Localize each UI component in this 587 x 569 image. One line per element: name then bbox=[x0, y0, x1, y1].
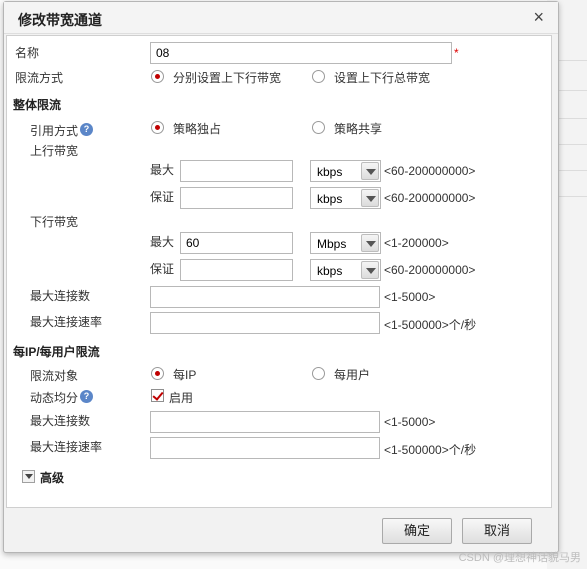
down-max-unit-select[interactable]: Mbps bbox=[310, 232, 381, 254]
name-input[interactable] bbox=[150, 42, 452, 64]
limit-mode-label: 限流方式 bbox=[15, 71, 64, 85]
cancel-button[interactable]: 取消 bbox=[462, 518, 532, 544]
up-max-label: 最大 bbox=[150, 163, 175, 177]
upstream-label: 上行带宽 bbox=[30, 144, 79, 158]
radio-total-bandwidth[interactable] bbox=[312, 70, 325, 83]
radio-policy-exclusive[interactable] bbox=[151, 121, 164, 134]
down-max-label: 最大 bbox=[150, 235, 175, 249]
up-max-range: <60-200000000> bbox=[384, 164, 476, 178]
chevron-down-icon bbox=[361, 189, 379, 207]
down-max-input[interactable] bbox=[180, 232, 293, 254]
up-guarantee-unit-value: kbps bbox=[317, 192, 343, 206]
max-conn-label: 最大连接数 bbox=[30, 289, 91, 303]
per-ip-max-rate-input[interactable] bbox=[150, 437, 380, 459]
form-panel: 名称 * 限流方式 分别设置上下行带宽 设置上下行总带宽 整体限流 引用方式 ?… bbox=[6, 35, 552, 508]
down-guarantee-label: 保证 bbox=[150, 262, 175, 276]
down-guarantee-unit-select[interactable]: kbps bbox=[310, 259, 381, 281]
dialog-titlebar: 修改带宽通道 × bbox=[4, 2, 558, 34]
radio-per-user[interactable] bbox=[312, 367, 325, 380]
down-guarantee-range: <60-200000000> bbox=[384, 263, 476, 277]
per-ip-max-conn-range: <1-5000> bbox=[384, 415, 436, 429]
chevron-down-icon bbox=[361, 234, 379, 252]
max-conn-range: <1-5000> bbox=[384, 290, 436, 304]
radio-per-ip[interactable] bbox=[151, 367, 164, 380]
overall-limit-heading: 整体限流 bbox=[13, 98, 62, 112]
per-ip-max-rate-range: <1-500000>个/秒 bbox=[384, 443, 477, 457]
radio-per-user-label: 每用户 bbox=[334, 368, 371, 382]
target-label: 限流对象 bbox=[30, 369, 79, 383]
radio-per-ip-label: 每IP bbox=[173, 368, 197, 382]
down-guarantee-input[interactable] bbox=[180, 259, 293, 281]
per-ip-max-conn-input[interactable] bbox=[150, 411, 380, 433]
radio-separate-bandwidth[interactable] bbox=[151, 70, 164, 83]
required-mark: * bbox=[454, 46, 459, 60]
per-ip-max-conn-label: 最大连接数 bbox=[30, 414, 91, 428]
close-icon[interactable]: × bbox=[533, 7, 544, 27]
expand-toggle-icon[interactable] bbox=[22, 470, 35, 483]
up-max-unit-select[interactable]: kbps bbox=[310, 160, 381, 182]
edit-bandwidth-dialog: 修改带宽通道 × 名称 * 限流方式 分别设置上下行带宽 设置上下行总带宽 整体… bbox=[3, 1, 559, 553]
up-max-unit-value: kbps bbox=[317, 165, 343, 179]
up-guarantee-range: <60-200000000> bbox=[384, 191, 476, 205]
enable-checkbox[interactable] bbox=[151, 389, 164, 402]
down-max-range: <1-200000> bbox=[384, 236, 449, 250]
up-guarantee-input[interactable] bbox=[180, 187, 293, 209]
max-rate-input[interactable] bbox=[150, 312, 380, 334]
advanced-section[interactable]: 高级 bbox=[40, 469, 64, 486]
radio-shared-label: 策略共享 bbox=[334, 122, 383, 136]
watermark-text: CSDN @理想神话貌马男 bbox=[458, 552, 581, 564]
ok-button[interactable]: 确定 bbox=[382, 518, 452, 544]
ref-mode-label: 引用方式 bbox=[30, 124, 79, 138]
enable-label: 启用 bbox=[169, 391, 194, 405]
per-ip-limit-heading: 每IP/每用户限流 bbox=[13, 345, 100, 359]
radio-total-label: 设置上下行总带宽 bbox=[334, 71, 431, 85]
radio-policy-shared[interactable] bbox=[312, 121, 325, 134]
max-rate-range: <1-500000>个/秒 bbox=[384, 318, 477, 332]
max-rate-label: 最大连接速率 bbox=[30, 315, 103, 329]
up-guarantee-unit-select[interactable]: kbps bbox=[310, 187, 381, 209]
chevron-down-icon bbox=[361, 261, 379, 279]
radio-exclusive-label: 策略独占 bbox=[173, 122, 222, 136]
down-guarantee-unit-value: kbps bbox=[317, 264, 343, 278]
up-guarantee-label: 保证 bbox=[150, 190, 175, 204]
dynamic-share-label: 动态均分 bbox=[30, 391, 79, 405]
downstream-label: 下行带宽 bbox=[30, 215, 79, 229]
up-max-input[interactable] bbox=[180, 160, 293, 182]
per-ip-max-rate-label: 最大连接速率 bbox=[30, 440, 103, 454]
name-label: 名称 bbox=[15, 46, 40, 60]
help-icon[interactable]: ? bbox=[80, 390, 93, 403]
radio-separate-label: 分别设置上下行带宽 bbox=[173, 71, 282, 85]
max-conn-input[interactable] bbox=[150, 286, 380, 308]
down-max-unit-value: Mbps bbox=[317, 237, 347, 251]
dialog-title: 修改带宽通道 bbox=[18, 12, 102, 28]
chevron-down-icon bbox=[361, 162, 379, 180]
help-icon[interactable]: ? bbox=[80, 123, 93, 136]
